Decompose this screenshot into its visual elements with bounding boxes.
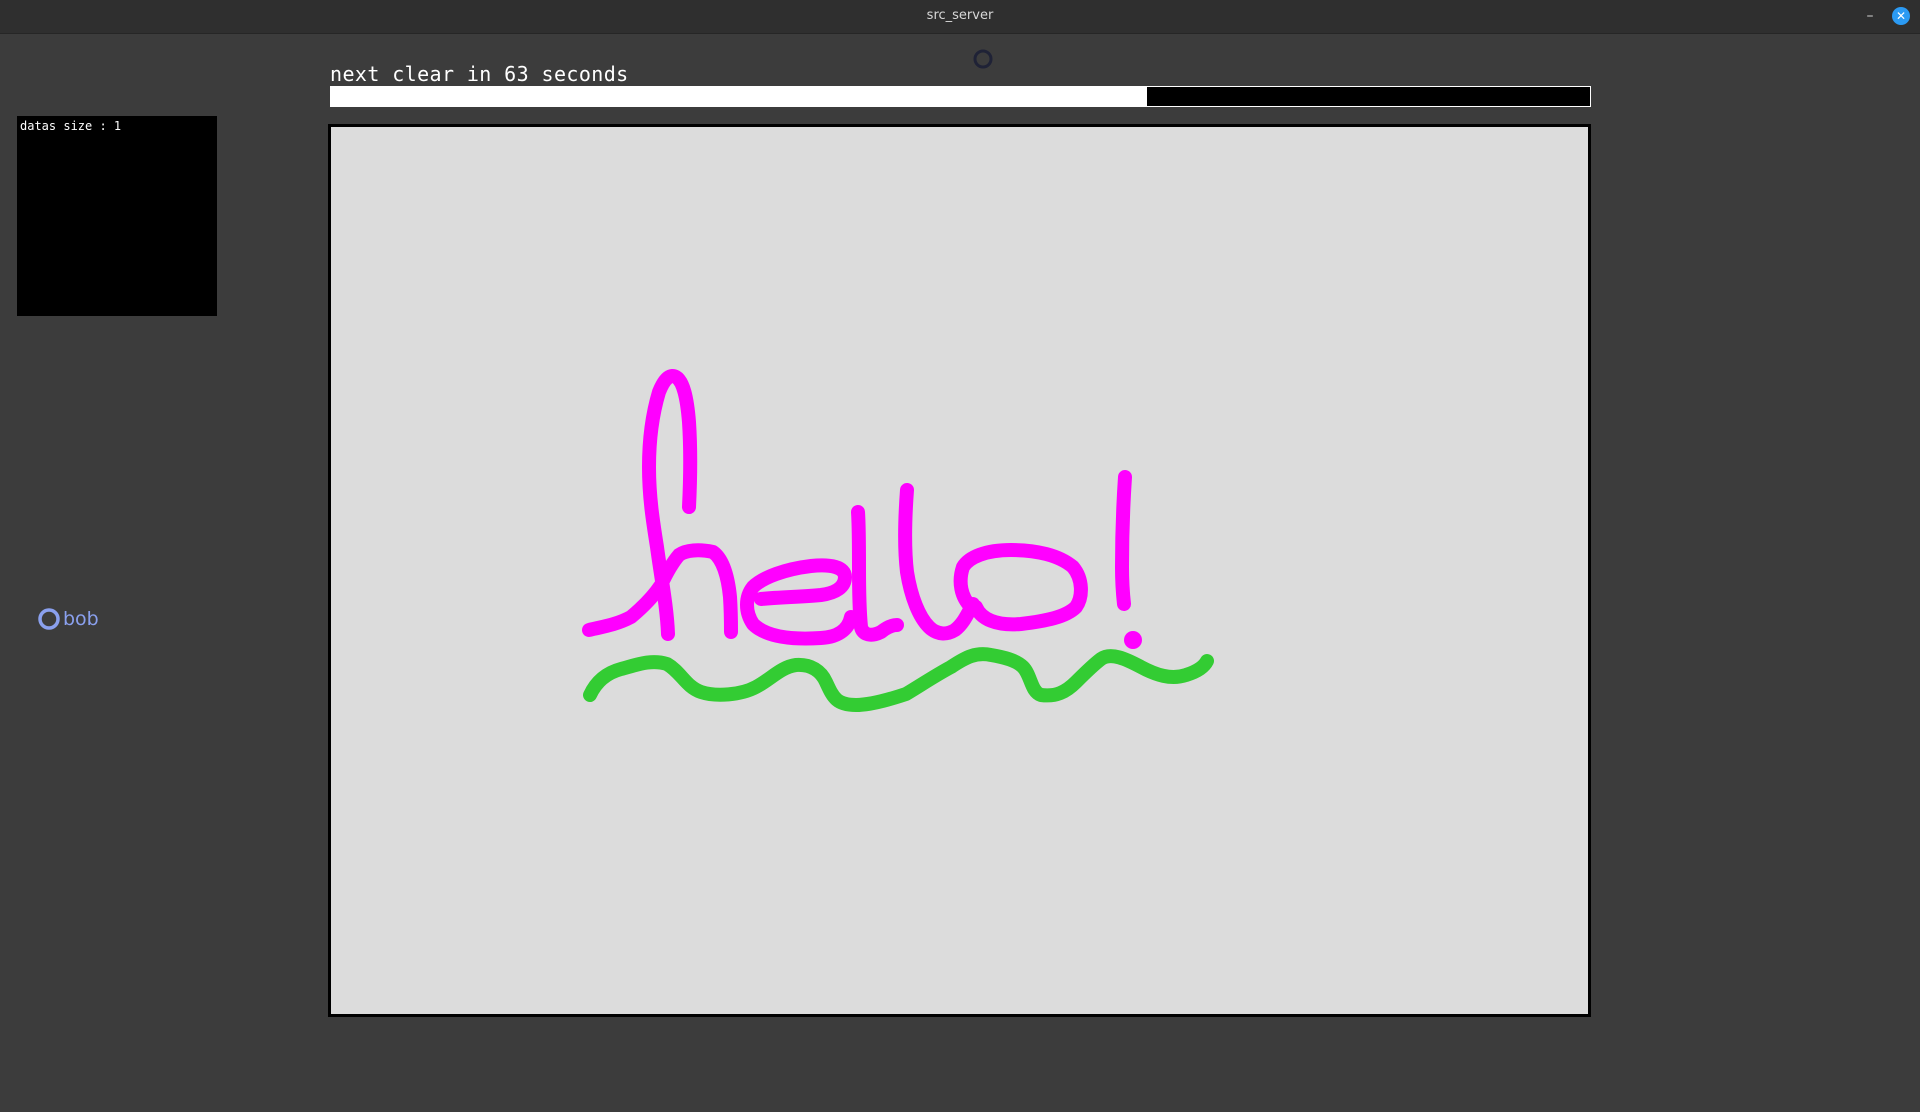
clear-timer-label: next clear in 63 seconds — [330, 62, 629, 86]
info-panel: datas size : 1 — [17, 116, 217, 316]
user-name-label: bob — [63, 608, 99, 630]
minimize-button[interactable]: – — [1860, 6, 1880, 26]
datas-size-label: datas size : 1 — [20, 119, 122, 133]
remote-cursor-icon — [973, 49, 993, 69]
stroke-hello-bang — [1115, 470, 1132, 611]
canvas-strokes-layer — [582, 369, 1214, 712]
stroke-hello-o — [953, 543, 1088, 632]
stroke-hello-l1 — [851, 505, 904, 642]
user-cursor-icon — [38, 608, 60, 630]
title-bar: src_server – ✕ — [0, 0, 1920, 34]
clear-progress-fill — [331, 87, 1147, 106]
canvas-frame — [328, 124, 1591, 1017]
stroke-hello-dot — [1124, 631, 1142, 649]
window-title: src_server — [926, 8, 994, 23]
drawing-canvas[interactable] — [331, 127, 1588, 1014]
close-button[interactable]: ✕ — [1892, 7, 1910, 25]
clear-progress-bar — [330, 86, 1591, 107]
stroke-hello-e — [740, 558, 858, 646]
app-area: next clear in 63 seconds datas size : 1 … — [0, 34, 1920, 1112]
stroke-wave — [583, 647, 1214, 712]
